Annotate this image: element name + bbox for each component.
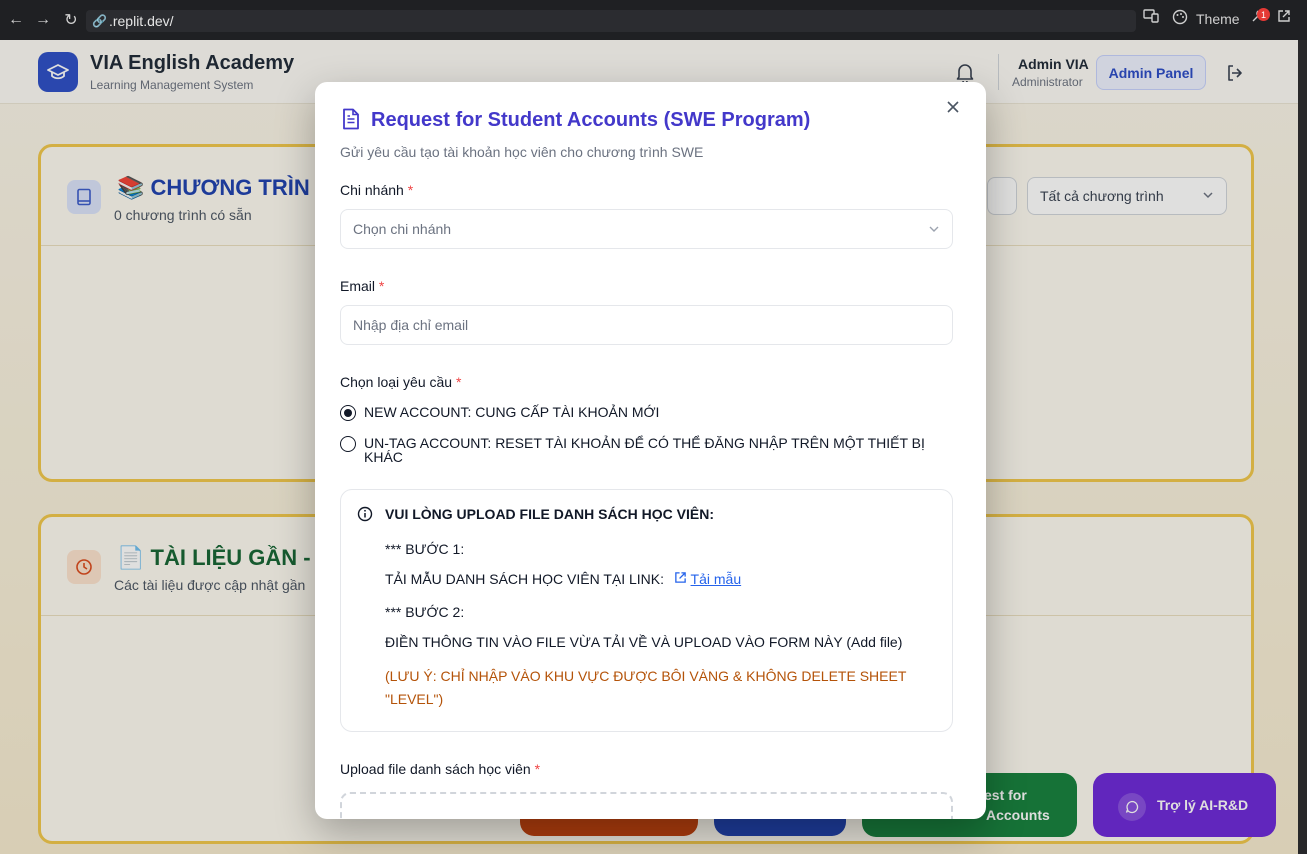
email-field[interactable]: Nhập địa chỉ email [340, 305, 953, 345]
radio-untag-account[interactable]: UN-TAG ACCOUNT: RESET TÀI KHOẢN ĐỂ CÓ TH… [340, 436, 939, 464]
dialog-description: Gửi yêu cầu tạo tài khoản học viên cho c… [340, 144, 704, 160]
step1-text-row: TẢI MẪU DANH SÁCH HỌC VIÊN TẠI LINK: Tải… [385, 571, 741, 587]
document-icon [341, 108, 361, 135]
upload-label: Upload file danh sách học viên * [340, 761, 541, 777]
file-dropzone[interactable] [340, 792, 953, 819]
reload-icon[interactable]: ↻ [59, 8, 83, 32]
back-icon[interactable]: ← [4, 8, 28, 32]
radio-new-account[interactable]: NEW ACCOUNT: CUNG CẤP TÀI KHOẢN MỚI [340, 405, 939, 421]
theme-label: Theme [1196, 10, 1240, 27]
external-link-icon[interactable] [1277, 9, 1291, 23]
instructions-heading: VUI LÒNG UPLOAD FILE DANH SÁCH HỌC VIÊN: [385, 506, 715, 522]
request-accounts-dialog: Request for Student Accounts (SWE Progra… [315, 82, 986, 819]
notification-badge: 1 [1257, 8, 1270, 21]
radio-new-account-label: NEW ACCOUNT: CUNG CẤP TÀI KHOẢN MỚI [364, 404, 660, 420]
link-icon: 🔗 [92, 14, 107, 28]
radio-button-unchecked[interactable] [340, 436, 356, 452]
warning-note: (LƯU Ý: CHỈ NHẬP VÀO KHU VỰC ĐƯỢC BÔI VÀ… [385, 668, 907, 707]
step1-title: *** BƯỚC 1: [385, 541, 465, 557]
address-bar[interactable]: 🔗 .replit.dev/ [86, 10, 1136, 32]
devices-icon[interactable] [1143, 9, 1159, 23]
forward-icon[interactable]: → [31, 8, 55, 32]
close-icon[interactable] [944, 98, 962, 116]
radio-untag-account-label: UN-TAG ACCOUNT: RESET TÀI KHOẢN ĐỂ CÓ TH… [364, 435, 925, 465]
template-download-link[interactable]: Tải mẫu [691, 571, 742, 587]
branch-select[interactable]: Chọn chi nhánh [340, 209, 953, 249]
email-label: Email * [340, 278, 385, 294]
upload-instructions-box: VUI LÒNG UPLOAD FILE DANH SÁCH HỌC VIÊN:… [340, 489, 953, 732]
url-text: .replit.dev/ [108, 13, 174, 29]
external-link-icon [674, 571, 691, 587]
branch-label: Chi nhánh * [340, 182, 414, 198]
palette-icon [1172, 9, 1188, 28]
dialog-title: Request for Student Accounts (SWE Progra… [371, 109, 811, 131]
step1-text: TẢI MẪU DANH SÁCH HỌC VIÊN TẠI LINK: [385, 571, 665, 587]
step2-text: ĐIỀN THÔNG TIN VÀO FILE VỪA TẢI VỀ VÀ UP… [385, 634, 903, 650]
step2-title: *** BƯỚC 2: [385, 604, 465, 620]
radio-button-checked[interactable] [340, 405, 356, 421]
branch-placeholder: Chọn chi nhánh [353, 221, 452, 237]
info-icon [357, 506, 373, 527]
email-placeholder: Nhập địa chỉ email [353, 317, 469, 333]
chevron-down-icon [928, 222, 940, 238]
request-type-label: Chọn loại yêu cầu * [340, 374, 462, 390]
theme-toggle[interactable]: Theme [1172, 9, 1240, 28]
browser-toolbar: ← → ↻ 🔗 .replit.dev/ Theme 1 [0, 0, 1307, 40]
